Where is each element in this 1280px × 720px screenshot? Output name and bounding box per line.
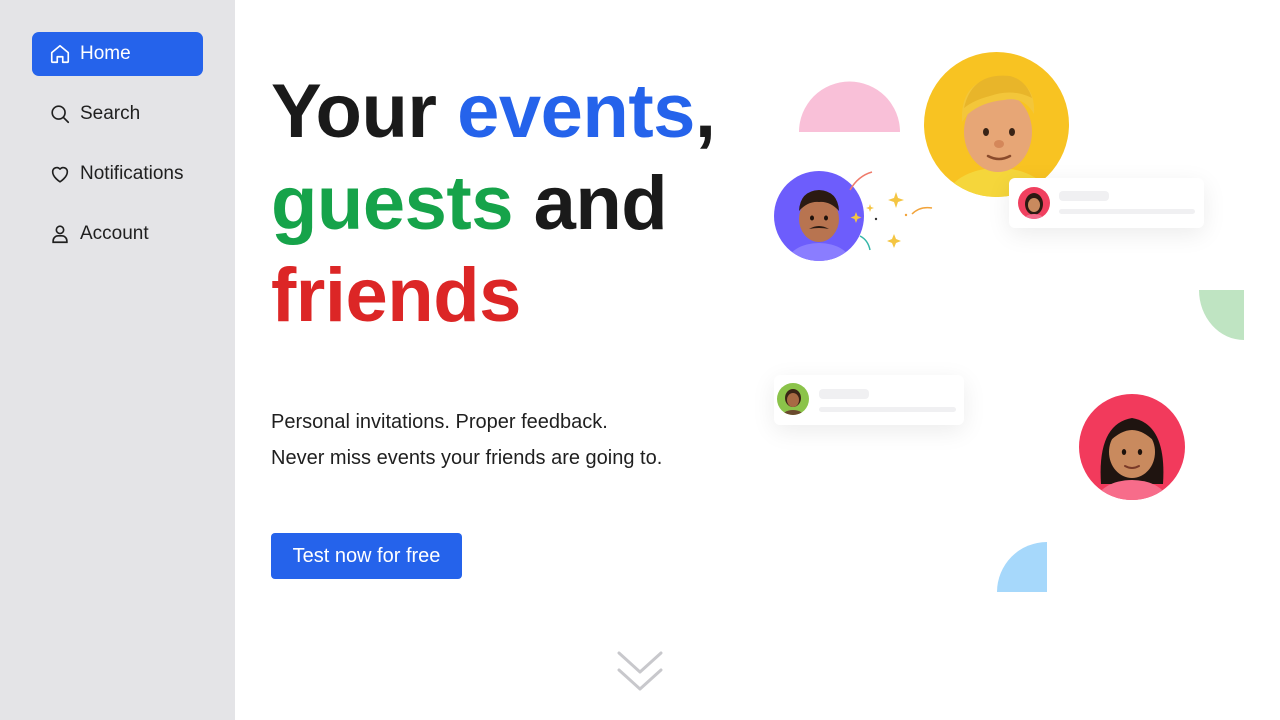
hero-illustration [760,40,1260,610]
heart-icon [48,162,72,186]
avatar-small-woman [1018,187,1050,219]
blue-quarter-shape [997,542,1047,592]
sidebar-item-label: Notifications [80,163,184,184]
hero-headline: Your events, guests and friends [271,66,716,342]
avatar-small-man [777,383,809,415]
headline-word-and: and [533,161,668,246]
subtext-line: Personal invitations. Proper feedback. [271,411,608,433]
headline-comma: , [694,69,716,154]
headline-word-friends: friends [271,253,521,338]
avatar-woman [1079,394,1185,500]
sidebar-item-search[interactable]: Search [32,92,203,136]
avatar-blond-man [924,52,1069,197]
scroll-down-icon[interactable] [614,646,666,698]
green-quarter-shape [1199,290,1244,340]
headline-word-events: events [457,69,695,154]
friend-card [774,375,964,425]
home-icon [48,42,72,66]
user-icon [48,222,72,246]
sparkles-decoration [849,171,933,251]
search-icon [48,102,72,126]
friend-card [1009,178,1204,228]
sidebar-item-notifications[interactable]: Notifications [32,152,203,196]
sidebar-item-home[interactable]: Home [32,32,203,76]
hero-subtext: Personal invitations. Proper feedback. N… [271,404,662,476]
sidebar-item-label: Home [80,43,131,64]
sidebar-item-label: Account [80,223,149,244]
pink-half-circle-shape [799,81,900,132]
headline-word: Your [271,69,437,154]
sidebar-item-label: Search [80,103,141,124]
subtext-line: Never miss events your friends are going… [271,447,663,469]
headline-word-guests: guests [271,161,513,246]
test-free-button[interactable]: Test now for free [271,533,462,579]
sidebar: Home Search Notifications Account [0,0,235,720]
sidebar-item-account[interactable]: Account [32,212,203,256]
